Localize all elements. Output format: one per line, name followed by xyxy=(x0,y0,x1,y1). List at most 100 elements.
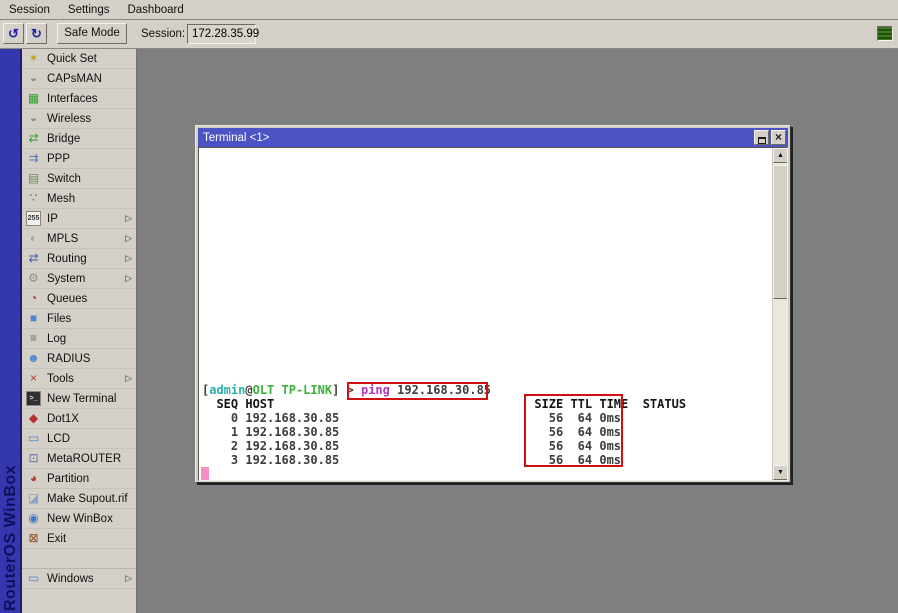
sidebar-item-label: Wireless xyxy=(47,113,91,125)
scroll-down-button[interactable]: ▼ xyxy=(773,465,788,480)
sidebar-item-label: Quick Set xyxy=(47,53,97,65)
sidebar-item-bridge[interactable]: ⇄Bridge xyxy=(22,129,136,149)
ip-255-icon: 255 xyxy=(26,211,41,226)
sidebar-item-files[interactable]: ■Files xyxy=(22,309,136,329)
sidebar-item-partition[interactable]: ◕Partition xyxy=(22,469,136,489)
sidebar-separator xyxy=(22,549,136,569)
document-icon: ◪ xyxy=(26,491,41,506)
submenu-arrow-icon: ▷ xyxy=(125,273,132,284)
tools-icon: × xyxy=(26,371,41,386)
sidebar-item-log[interactable]: ≡ Log xyxy=(22,329,136,349)
wand-icon: ✶ xyxy=(26,51,41,66)
annotation-ping-command xyxy=(347,382,488,400)
terminal-title: Terminal <1> xyxy=(198,132,269,144)
sidebar-item-label: Make Supout.rif xyxy=(47,493,128,505)
user-key-icon: ☻ xyxy=(26,351,41,366)
sidebar-item-label: IP xyxy=(47,213,58,225)
submenu-arrow-icon: ▷ xyxy=(125,213,132,224)
sidebar-item-label: PPP xyxy=(47,153,70,165)
window-icon: ▭ xyxy=(26,571,41,586)
sidebar-item-dot1x[interactable]: ◆ Dot1X xyxy=(22,409,136,429)
sidebar-item-exit[interactable]: ⊠ Exit xyxy=(22,529,136,549)
gear-icon: ⚙ xyxy=(26,271,41,286)
sidebar-item-label: New Terminal xyxy=(47,393,116,405)
sidebar-item-ppp[interactable]: ⇉PPP xyxy=(22,149,136,169)
sidebar-item-windows[interactable]: ▭Windows▷ xyxy=(22,569,136,589)
sidebar-item-label: Mesh xyxy=(47,193,75,205)
menu-item-settings[interactable]: Settings xyxy=(59,1,119,21)
sidebar-item-lcd[interactable]: ▭ LCD xyxy=(22,429,136,449)
sidebar-item-label: Dot1X xyxy=(47,413,79,425)
menu-item-session[interactable]: Session xyxy=(0,1,59,21)
scrollbar-thumb[interactable] xyxy=(773,165,788,299)
sidebar-item-label: Queues xyxy=(47,293,87,305)
sidebar-item-capsman[interactable]: ◒ CAPsMAN xyxy=(22,69,136,89)
sidebar-item-label: Routing xyxy=(47,253,87,265)
dot1x-icon: ◆ xyxy=(26,411,41,426)
sidebar-item-queues[interactable]: ◔ Queues xyxy=(22,289,136,309)
terminal-icon: >_ xyxy=(26,391,41,406)
safe-mode-button[interactable]: Safe Mode xyxy=(57,23,127,44)
sidebar-item-label: System xyxy=(47,273,85,285)
sidebar-item-new-winbox[interactable]: ◉ New WinBox xyxy=(22,509,136,529)
vertical-scrollbar[interactable]: ▲ ▼ xyxy=(772,148,787,480)
scroll-up-button[interactable]: ▲ xyxy=(773,148,788,163)
undo-button[interactable]: ↺ xyxy=(3,23,24,44)
sidebar-item-label: CAPsMAN xyxy=(47,73,102,85)
menu-item-dashboard[interactable]: Dashboard xyxy=(118,1,192,21)
sidebar-item-tools[interactable]: × Tools ▷ xyxy=(22,369,136,389)
antenna-icon: ◒ xyxy=(26,71,41,86)
terminal-content[interactable]: [admin@OLT TP-LINK] > ping 192.168.30.85… xyxy=(198,147,788,481)
sidebar-item-wireless[interactable]: ◒Wireless xyxy=(22,109,136,129)
exit-icon: ⊠ xyxy=(26,531,41,546)
sidebar-menu: ✶ Quick Set ◒ CAPsMAN ▦Interfaces◒Wireless⇄B… xyxy=(22,49,137,613)
mesh-icon: ∵ xyxy=(26,191,41,206)
sidebar-item-label: Interfaces xyxy=(47,93,98,105)
sidebar-item-label: Log xyxy=(47,333,66,345)
gauge-icon: ◔ xyxy=(26,291,41,306)
sidebar-item-switch[interactable]: ▤Switch xyxy=(22,169,136,189)
sidebar-item-label: RADIUS xyxy=(47,353,90,365)
sidebar-item-label: Exit xyxy=(47,533,66,545)
sidebar-item-new-terminal[interactable]: >_ New Terminal xyxy=(22,389,136,409)
folder-icon: ■ xyxy=(26,311,41,326)
close-icon: × xyxy=(775,130,782,144)
terminal-titlebar[interactable]: Terminal <1> × xyxy=(198,128,788,147)
redo-button[interactable]: ↻ xyxy=(26,23,47,44)
terminal-cursor xyxy=(201,467,209,480)
sidebar-item-ip[interactable]: 255 IP ▷ xyxy=(22,209,136,229)
undo-icon: ↺ xyxy=(8,26,19,41)
sidebar-item-quick-set[interactable]: ✶ Quick Set xyxy=(22,49,136,69)
submenu-arrow-icon: ▷ xyxy=(125,373,132,384)
scroll-down-icon: ▼ xyxy=(777,469,784,476)
sidebar-item-label: LCD xyxy=(47,433,70,445)
sidebar-item-label: MPLS xyxy=(47,233,78,245)
sidebar-item-metarouter[interactable]: ⊡MetaROUTER xyxy=(22,449,136,469)
sphere-icon: ◐ xyxy=(26,231,41,246)
log-paper-icon: ≡ xyxy=(26,331,41,346)
sidebar-item-mesh[interactable]: ∵ Mesh xyxy=(22,189,136,209)
switch-icon: ▤ xyxy=(26,171,41,186)
globe-icon: ◉ xyxy=(26,511,41,526)
sidebar-item-label: Windows xyxy=(47,573,94,585)
maximize-icon xyxy=(758,137,766,144)
sidebar-item-system[interactable]: ⚙ System ▷ xyxy=(22,269,136,289)
sidebar-item-label: New WinBox xyxy=(47,513,113,525)
sidebar-item-routing[interactable]: ⇄Routing▷ xyxy=(22,249,136,269)
sidebar-item-label: Partition xyxy=(47,473,89,485)
sidebar: RouterOS WinBox ✶Quick Set◒CAPsMAN▦Inter… xyxy=(0,49,137,613)
submenu-arrow-icon: ▷ xyxy=(125,253,132,264)
sidebar-item-mpls[interactable]: ◐ MPLS ▷ xyxy=(22,229,136,249)
annotation-stats-columns xyxy=(524,394,623,467)
sidebar-item-label: Bridge xyxy=(47,133,80,145)
session-input[interactable]: 172.28.35.99 xyxy=(187,24,256,44)
traffic-indicator-icon xyxy=(877,26,893,41)
close-button[interactable]: × xyxy=(771,130,786,145)
submenu-arrow-icon: ▷ xyxy=(125,233,132,244)
sidebar-item-make-supout-rif[interactable]: ◪ Make Supout.rif xyxy=(22,489,136,509)
sidebar-item-interfaces[interactable]: ▦Interfaces xyxy=(22,89,136,109)
lcd-icon: ▭ xyxy=(26,431,41,446)
maximize-button[interactable] xyxy=(754,130,769,145)
sidebar-item-label: Tools xyxy=(47,373,74,385)
sidebar-item-radius[interactable]: ☻ RADIUS xyxy=(22,349,136,369)
